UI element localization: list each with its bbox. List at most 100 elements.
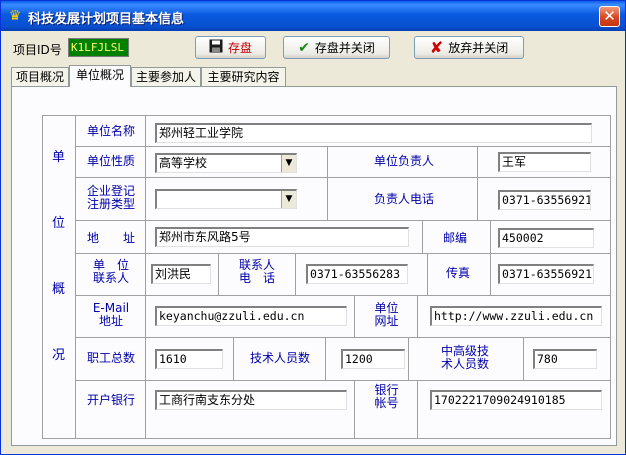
contact-input[interactable]: 刘洪民 — [151, 264, 211, 284]
postcode-label: 邮编 — [442, 231, 467, 245]
tab-project-overview[interactable]: 项目概况 — [11, 67, 69, 86]
grid-line — [327, 146, 328, 220]
close-button[interactable]: ✕ — [599, 6, 620, 27]
side-char: 况 — [52, 348, 66, 363]
grid-line — [477, 146, 478, 220]
chevron-down-icon[interactable]: ▼ — [281, 155, 296, 172]
section-side-label: 单 位 概 况 — [43, 116, 75, 438]
staff-total-input[interactable]: 1610 — [155, 349, 223, 369]
reg-type-label: 企业登记 注册类型 — [81, 185, 141, 211]
website-label-line2: 网址 — [374, 314, 399, 328]
grid-line — [218, 253, 219, 295]
grid-line — [417, 295, 418, 337]
account-label-line1: 银行 — [374, 383, 399, 397]
email-input[interactable]: keyanchu@zzuli.edu.cn — [155, 306, 347, 326]
grid-line — [75, 116, 76, 438]
side-char: 单 — [52, 150, 66, 165]
grid-line — [490, 220, 491, 295]
grid-line — [523, 337, 524, 380]
senior-staff-label-line1: 中高级技 — [440, 344, 489, 358]
reg-type-label-line2: 注册类型 — [86, 197, 135, 211]
grid-line — [76, 337, 610, 338]
fax-label: 传真 — [445, 266, 470, 280]
grid-line — [76, 220, 610, 221]
tab-main-research[interactable]: 主要研究内容 — [201, 67, 286, 86]
address-label: 地 址 — [86, 231, 135, 245]
email-label-line2: 地址 — [98, 314, 123, 328]
save-and-close-button[interactable]: ✔ 存盘并关闭 — [283, 36, 390, 59]
head-phone-label: 负责人电话 — [373, 192, 434, 206]
reg-type-label-line1: 企业登记 — [86, 184, 135, 198]
tab-main-participants[interactable]: 主要参加人 — [131, 67, 201, 86]
grid-line — [76, 146, 610, 147]
project-id-field[interactable]: K1LFJLSL — [68, 38, 129, 57]
chevron-down-icon[interactable]: ▼ — [281, 191, 296, 208]
contact-phone-input[interactable]: 0371-63556283 — [306, 264, 408, 284]
red-x-icon: ✘ — [429, 37, 444, 57]
grid-line — [233, 337, 234, 380]
grid-line — [325, 337, 326, 380]
floppy-disk-icon — [209, 39, 223, 56]
side-char: 位 — [52, 216, 66, 231]
contact-phone-label-line1: 联系人 — [238, 258, 275, 272]
tech-staff-label: 技术人员数 — [249, 351, 310, 365]
contact-phone-label-line2: 电 话 — [238, 271, 275, 285]
reg-type-select[interactable]: ▼ — [155, 189, 297, 209]
contact-label: 单 位 联系人 — [81, 259, 141, 285]
grid-line — [76, 295, 610, 296]
unit-head-label: 单位负责人 — [373, 154, 434, 168]
unit-name-input[interactable]: 郑州轻工业学院 — [155, 123, 592, 143]
tab-unit-overview[interactable]: 单位概况 — [69, 65, 131, 87]
unit-type-select[interactable]: 高等学校 ▼ — [155, 153, 297, 173]
account-label: 银行 帐号 — [359, 384, 414, 410]
head-phone-input[interactable]: 0371-63556921 — [498, 190, 591, 210]
side-char: 概 — [52, 282, 66, 297]
contact-phone-label: 联系人 电 话 — [222, 259, 292, 285]
website-label: 单位 网址 — [359, 302, 414, 328]
grid-line — [417, 380, 418, 438]
unit-info-grid: 单 位 概 况 单位名称 郑州轻工业学院 单位性质 高等学校 ▼ 单位负责人 王… — [42, 115, 611, 439]
save-and-close-label: 存盘并关闭 — [314, 41, 375, 55]
save-button-label: 存盘 — [227, 41, 252, 55]
save-button[interactable]: 存盘 — [195, 36, 266, 59]
website-input[interactable]: http://www.zzuli.edu.cn — [430, 306, 602, 326]
discard-and-close-button[interactable]: ✘ 放弃并关闭 — [414, 36, 524, 59]
unit-type-value: 高等学校 — [159, 156, 208, 170]
grid-line — [354, 380, 355, 438]
email-label-line1: E-Mail — [92, 301, 130, 315]
title-bar[interactable]: ♛ 科技发展计划项目基本信息 ✕ — [1, 1, 625, 31]
project-id-label: 项目ID号 — [13, 43, 62, 57]
grid-line — [408, 337, 409, 380]
staff-total-label: 职工总数 — [86, 351, 135, 365]
unit-name-label: 单位名称 — [86, 124, 135, 138]
unit-type-label: 单位性质 — [86, 154, 135, 168]
senior-staff-input[interactable]: 780 — [533, 349, 597, 369]
close-icon: ✕ — [603, 7, 616, 25]
email-label: E-Mail 地址 — [81, 302, 141, 328]
account-input[interactable]: 1702221709024910185 — [430, 390, 602, 410]
grid-line — [354, 295, 355, 337]
contact-label-line2: 联系人 — [92, 271, 129, 285]
grid-line — [76, 177, 610, 178]
website-label-line1: 单位 — [374, 301, 399, 315]
fax-input[interactable]: 0371-63556921 — [498, 264, 594, 284]
unit-head-input[interactable]: 王军 — [498, 152, 591, 172]
grid-line — [76, 380, 610, 381]
grid-line — [422, 220, 423, 253]
tech-staff-input[interactable]: 1200 — [341, 349, 405, 369]
discard-and-close-label: 放弃并关闭 — [448, 41, 509, 55]
window-title: 科技发展计划项目基本信息 — [28, 12, 185, 27]
grid-line — [145, 116, 146, 438]
senior-staff-label-line2: 术人员数 — [440, 357, 489, 371]
tab-panel: 单 位 概 况 单位名称 郑州轻工业学院 单位性质 高等学校 ▼ 单位负责人 王… — [11, 86, 617, 446]
senior-staff-label: 中高级技 术人员数 — [411, 345, 519, 371]
contact-label-line1: 单 位 — [92, 258, 129, 272]
address-input[interactable]: 郑州市东风路5号 — [155, 227, 409, 247]
postcode-input[interactable]: 450002 — [498, 228, 594, 248]
bank-label: 开户银行 — [86, 393, 135, 407]
crown-icon: ♛ — [8, 8, 22, 24]
bank-input[interactable]: 工商行南支东分处 — [155, 390, 347, 410]
main-window: ♛ 科技发展计划项目基本信息 ✕ 项目ID号 K1LFJLSL 存盘 ✔ 存盘并… — [0, 0, 626, 455]
grid-line — [76, 253, 610, 254]
account-label-line2: 帐号 — [374, 396, 399, 410]
